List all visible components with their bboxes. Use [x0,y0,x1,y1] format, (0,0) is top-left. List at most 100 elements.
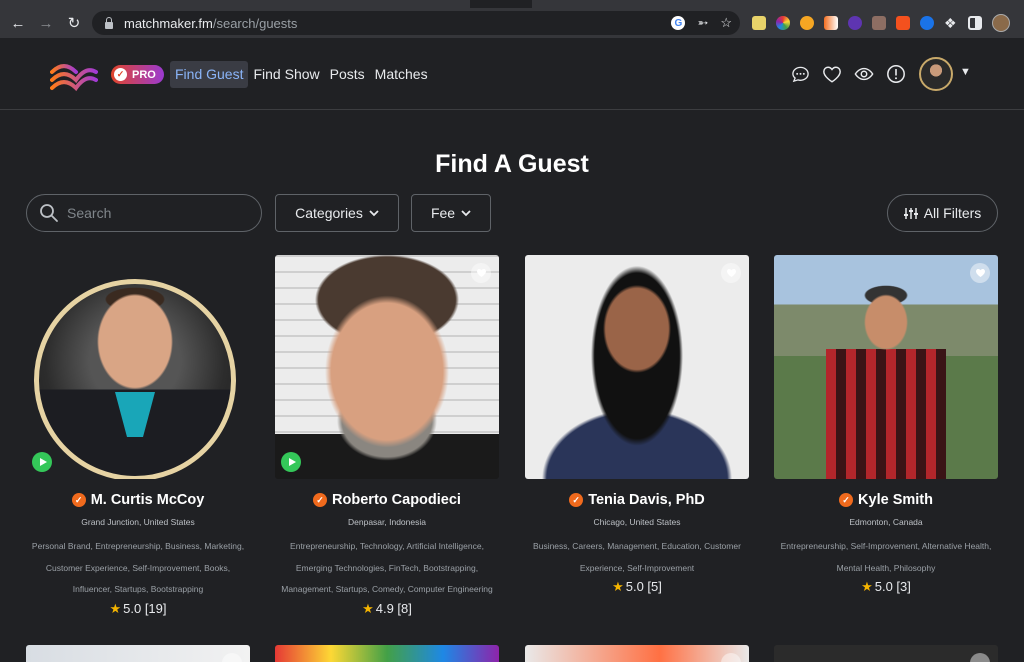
fee-dropdown[interactable]: Fee [411,194,491,232]
extension-icon[interactable] [800,16,814,30]
guest-card[interactable]: ✓ Roberto Capodieci Denpasar, Indonesia … [275,255,499,617]
play-icon[interactable] [281,452,301,472]
chevron-down-icon [369,209,379,216]
favorite-heart-icon[interactable] [471,263,491,283]
all-filters-label: All Filters [923,205,982,221]
chevron-down-icon[interactable]: ▼ [960,66,971,78]
url-path: /search/guests [212,15,298,31]
guest-name[interactable]: Roberto Capodieci [332,492,461,508]
guest-card-partial[interactable] [275,645,499,662]
guest-name-row: ✓ M. Curtis McCoy [26,492,250,508]
heart-icon[interactable] [822,64,842,84]
guest-rating: ★ 4.9 [8] [275,601,499,617]
share-icon[interactable]: ➵ [697,15,708,31]
matchmaker-logo-icon[interactable] [50,58,98,92]
guest-card[interactable]: ✓ Tenia Davis, PhD Chicago, United State… [525,255,749,595]
guest-name-row: ✓ Kyle Smith [774,492,998,508]
search-icon [40,204,58,222]
guest-location: Edmonton, Canada [849,517,923,527]
guest-rating-value: 5.0 [5] [625,579,662,594]
search-box[interactable] [26,194,262,232]
extension-icon[interactable] [824,16,838,30]
extension-icon[interactable] [896,16,910,30]
guest-rating: ★ 5.0 [5] [525,579,749,595]
nav-find-guest[interactable]: Find Guest [170,61,249,88]
reload-icon[interactable]: ↻ [60,9,88,37]
bookmark-star-icon[interactable]: ☆ [720,15,732,31]
lock-icon [104,17,114,29]
main-nav: Find Guest Find Show Posts Matches [170,61,433,88]
browser-tab[interactable] [470,0,532,8]
categories-label: Categories [295,205,363,221]
extension-icon[interactable] [848,16,862,30]
star-icon: ★ [612,579,624,594]
favorite-heart-icon[interactable] [970,653,990,662]
nav-find-show[interactable]: Find Show [248,61,324,88]
address-bar[interactable]: matchmaker.fm/search/guests G ➵ ☆ [92,11,740,35]
guest-photo[interactable] [774,255,998,479]
extension-icon[interactable] [872,16,886,30]
guest-location: Grand Junction, United States [81,517,195,527]
nav-matches[interactable]: Matches [370,61,433,88]
favorite-heart-icon[interactable] [721,263,741,283]
color-picker-extension-icon[interactable] [776,16,790,30]
guest-photo[interactable] [26,255,250,479]
guest-location: Chicago, United States [593,517,681,527]
eye-icon[interactable] [854,64,874,84]
fee-label: Fee [430,205,456,221]
google-lens-icon[interactable]: G [671,16,686,30]
verified-icon: ✓ [313,493,328,507]
guest-rating-value: 5.0 [19] [123,600,167,616]
guest-card-partial[interactable] [525,645,749,662]
back-arrow-icon[interactable]: ← [4,9,32,37]
guest-name-row: ✓ Tenia Davis, PhD [525,492,749,508]
guest-card[interactable]: ✓ M. Curtis McCoy Grand Junction, United… [26,255,250,617]
search-input[interactable] [67,205,247,221]
pro-badge[interactable]: ✓ PRO [111,65,164,84]
guest-categories: Personal Brand, Entrepreneurship, Busine… [31,541,245,594]
url-host: matchmaker.fm [124,15,213,31]
guest-photo[interactable] [275,255,499,479]
verified-icon: ✓ [839,493,854,507]
all-filters-button[interactable]: All Filters [887,194,998,232]
guest-name[interactable]: Tenia Davis, PhD [588,492,705,508]
categories-dropdown[interactable]: Categories [275,194,399,232]
guest-rating-value: 4.9 [8] [375,600,412,616]
browser-tab-strip [0,0,1024,8]
page-title: Find A Guest [435,150,589,178]
guest-rating: ★ 5.0 [3] [774,579,998,595]
favorite-heart-icon[interactable] [721,653,741,662]
check-icon: ✓ [114,68,127,81]
side-panel-icon[interactable] [968,16,982,30]
browser-menu-icon[interactable]: ⋮ [1020,15,1024,32]
chevron-down-icon [461,209,471,216]
extension-icon[interactable] [752,16,766,30]
chat-icon[interactable] [790,64,810,84]
alert-icon[interactable] [886,64,906,84]
nav-posts[interactable]: Posts [325,61,370,88]
puzzle-extensions-icon[interactable]: ❖ [944,16,958,30]
browser-profile-avatar[interactable] [992,14,1010,32]
guest-name[interactable]: Kyle Smith [858,492,933,508]
app-header: ✓ PRO Find Guest Find Show Posts Matches… [0,38,1024,110]
user-avatar[interactable] [919,57,953,91]
extension-icon[interactable] [920,16,934,30]
guest-photo-portrait [34,279,236,479]
guest-rating: ★ 5.0 [19] [26,601,250,617]
verified-icon: ✓ [71,493,86,507]
guest-card-partial[interactable] [26,645,250,662]
play-icon[interactable] [32,452,52,472]
guest-card[interactable]: ✓ Kyle Smith Edmonton, Canada Entreprene… [774,255,998,595]
guest-categories: Entrepreneurship, Technology, Artificial… [281,541,493,594]
favorite-heart-icon[interactable] [970,263,990,283]
verified-icon: ✓ [569,493,584,507]
star-icon: ★ [109,600,122,616]
pro-badge-label: PRO [132,68,156,81]
star-icon: ★ [362,600,374,616]
guest-categories: Entrepreneurship, Self-Improvement, Alte… [780,541,992,573]
guest-name[interactable]: M. Curtis McCoy [91,492,205,508]
favorite-heart-icon[interactable] [222,653,242,662]
forward-arrow-icon[interactable]: → [32,9,60,37]
guest-card-partial[interactable] [774,645,998,662]
guest-photo[interactable] [525,255,749,479]
